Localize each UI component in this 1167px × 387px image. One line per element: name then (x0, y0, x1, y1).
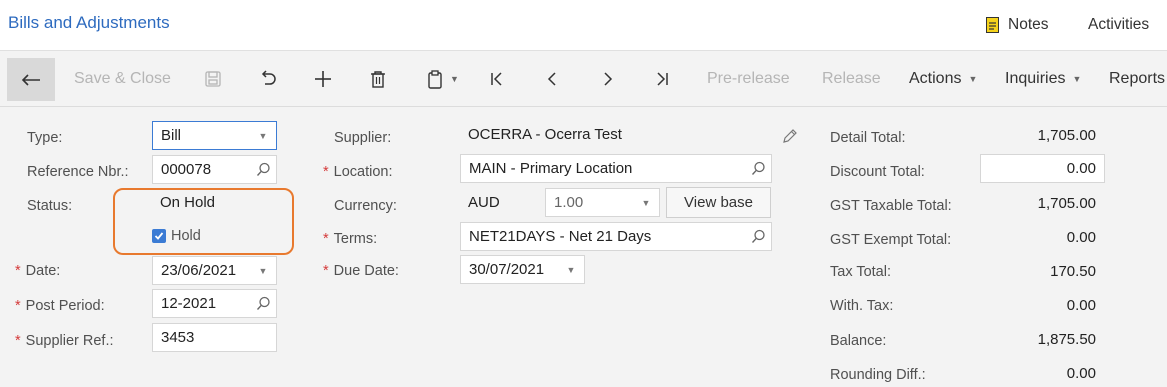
date-label: * Date: (15, 263, 61, 279)
currency-label: Currency: (334, 198, 397, 214)
next-record-icon[interactable] (596, 51, 620, 107)
terms-value: NET21DAYS - Net 21 Days (469, 228, 652, 245)
add-icon[interactable] (311, 51, 335, 107)
date-field[interactable]: 23/06/2021 ▼ (152, 256, 277, 285)
with-tax-label: With. Tax: (830, 298, 894, 314)
terms-label: * Terms: (323, 231, 378, 247)
balance-value: 1,875.50 (1037, 331, 1096, 348)
gst-taxable-total-label: GST Taxable Total: (830, 198, 952, 214)
required-marker: * (323, 231, 329, 247)
currency-rate-value: 1.00 (554, 194, 584, 211)
date-value: 23/06/2021 (161, 262, 237, 279)
edit-pencil-icon[interactable] (781, 127, 799, 145)
clipboard-menu[interactable]: ▼ (423, 51, 463, 107)
hold-checkbox[interactable] (152, 229, 166, 243)
currency-rate-select[interactable]: 1.00 ▼ (545, 188, 660, 217)
location-label: * Location: (323, 164, 393, 180)
prerelease-button[interactable]: Pre-release (707, 51, 790, 107)
notes-link[interactable]: Notes (986, 15, 1049, 35)
currency-value: AUD (468, 194, 500, 211)
chevron-down-icon: ▼ (450, 74, 459, 84)
back-button[interactable] (7, 58, 55, 101)
notes-label: Notes (1008, 16, 1049, 33)
required-marker: * (15, 333, 21, 349)
status-label: Status: (27, 198, 73, 214)
tax-total-value: 170.50 (1050, 263, 1096, 280)
check-icon (154, 232, 164, 240)
last-record-icon[interactable] (650, 51, 674, 107)
type-label: Type: (27, 130, 63, 146)
supplier-value: OCERRA - Ocerra Test (468, 126, 622, 143)
reports-menu[interactable]: Reports (1109, 51, 1165, 107)
chevron-down-icon: ▼ (1072, 74, 1082, 84)
post-period-label: * Post Period: (15, 298, 105, 314)
required-marker: * (323, 164, 329, 180)
view-base-button[interactable]: View base (666, 187, 771, 218)
gst-exempt-total-value: 0.00 (1066, 229, 1096, 246)
due-date-field[interactable]: 30/07/2021 ▼ (460, 255, 585, 284)
previous-record-icon[interactable] (540, 51, 564, 107)
chevron-down-icon: ▼ (258, 265, 268, 276)
tax-total-label: Tax Total: (830, 264, 891, 280)
hold-label[interactable]: Hold (171, 228, 201, 244)
clipboard-icon (428, 69, 442, 89)
required-marker: * (15, 298, 21, 314)
save-icon[interactable] (201, 51, 225, 107)
supplier-label: Supplier: (334, 130, 392, 146)
due-date-label: * Due Date: (323, 263, 399, 279)
currency-field[interactable]: AUD (460, 188, 540, 217)
actions-label: Actions (909, 70, 962, 87)
title-bar: Bills and Adjustments Notes Activities (0, 0, 1167, 50)
search-icon[interactable] (250, 296, 276, 311)
required-marker: * (323, 263, 329, 279)
terms-field[interactable]: NET21DAYS - Net 21 Days (460, 222, 772, 251)
detail-total-label: Detail Total: (830, 130, 906, 146)
first-record-icon[interactable] (485, 51, 509, 107)
hold-highlight (113, 188, 294, 255)
search-icon[interactable] (250, 162, 276, 177)
save-close-button[interactable]: Save & Close (74, 51, 171, 107)
reference-nbr-value: 000078 (161, 161, 212, 178)
supplier-ref-field[interactable]: 3453 (152, 323, 277, 352)
location-value: MAIN - Primary Location (469, 160, 633, 177)
balance-label: Balance: (830, 333, 887, 349)
rounding-diff-value: 0.00 (1066, 365, 1096, 382)
post-period-field[interactable]: 12-2021 (152, 289, 277, 318)
page-title[interactable]: Bills and Adjustments (8, 13, 170, 33)
chevron-down-icon: ▼ (968, 74, 978, 84)
inquiries-menu[interactable]: Inquiries ▼ (1005, 51, 1081, 107)
gst-taxable-total-value: 1,705.00 (1037, 195, 1096, 212)
supplier-ref-label: * Supplier Ref.: (15, 333, 114, 349)
chevron-down-icon: ▼ (641, 197, 651, 208)
notes-icon (986, 17, 999, 33)
arrow-left-icon (21, 73, 40, 86)
post-period-value: 12-2021 (161, 295, 217, 312)
chevron-down-icon: ▼ (566, 264, 576, 275)
supplier-field[interactable]: OCERRA - Ocerra Test (460, 120, 772, 149)
chevron-down-icon: ▼ (258, 130, 268, 141)
reference-nbr-field[interactable]: 000078 (152, 155, 277, 184)
activities-link[interactable]: Activities (1088, 16, 1149, 34)
actions-menu[interactable]: Actions ▼ (909, 51, 977, 107)
toolbar: Save & Close ▼ Pre-release Release Actio… (0, 50, 1167, 107)
rounding-diff-label: Rounding Diff.: (830, 367, 926, 383)
discount-total-field[interactable]: 0.00 (980, 154, 1105, 183)
required-marker: * (15, 263, 21, 279)
search-icon[interactable] (745, 161, 771, 176)
undo-icon[interactable] (256, 51, 280, 107)
detail-total-value: 1,705.00 (1037, 127, 1096, 144)
location-field[interactable]: MAIN - Primary Location (460, 154, 772, 183)
with-tax-value: 0.00 (1066, 297, 1096, 314)
discount-total-label: Discount Total: (830, 164, 925, 180)
gst-exempt-total-label: GST Exempt Total: (830, 232, 952, 248)
supplier-ref-value: 3453 (161, 329, 195, 346)
reference-nbr-label: Reference Nbr.: (27, 164, 129, 180)
due-date-value: 30/07/2021 (469, 261, 545, 278)
search-icon[interactable] (745, 229, 771, 244)
type-select[interactable]: Bill ▼ (152, 121, 277, 150)
release-button[interactable]: Release (822, 51, 881, 107)
delete-icon[interactable] (366, 51, 390, 107)
inquiries-label: Inquiries (1005, 70, 1066, 87)
type-value: Bill (161, 127, 182, 144)
